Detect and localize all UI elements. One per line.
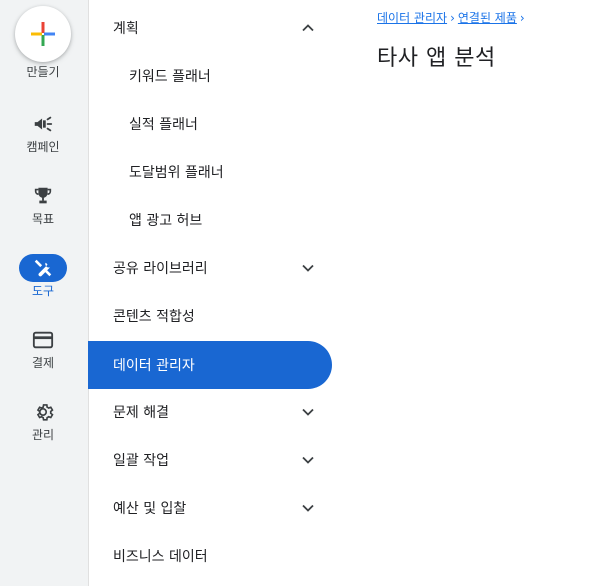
chevron-up-icon [302, 24, 314, 32]
menu-item-business-data[interactable]: 비즈니스 데이터 [88, 532, 332, 580]
menu-item-keyword-planner[interactable]: 키워드 플래너 [88, 52, 332, 100]
rail-item-label: 결제 [31, 356, 55, 370]
create-label: 만들기 [26, 65, 60, 79]
tools-menu: 계획 키워드 플래너 실적 플래너 도달범위 플래너 앱 광고 허브 공유 라이… [88, 0, 334, 586]
chevron-down-icon [302, 264, 314, 272]
menu-item-app-advertising-hub[interactable]: 앱 광고 허브 [88, 196, 332, 244]
megaphone-icon [34, 116, 53, 132]
create-button[interactable] [15, 6, 71, 62]
chevron-down-icon [302, 504, 314, 512]
tools-icon [34, 259, 52, 277]
chevron-down-icon [302, 408, 314, 416]
menu-item-data-manager[interactable]: 데이터 관리자 [88, 341, 332, 389]
menu-item-bulk-actions[interactable]: 일괄 작업 [88, 436, 332, 484]
chevron-down-icon [302, 456, 314, 464]
breadcrumb-link-linked-products[interactable]: 연결된 제품 [458, 9, 517, 26]
breadcrumb-separator: › [450, 10, 455, 25]
rail-item-billing[interactable]: 결제 [0, 326, 88, 388]
rail-item-campaigns[interactable]: 캠페인 [0, 110, 88, 172]
rail-item-tools[interactable]: 도구 [0, 254, 88, 316]
breadcrumb-separator: › [519, 10, 525, 25]
breadcrumb-link-data-manager[interactable]: 데이터 관리자 [377, 9, 447, 26]
menu-item-performance-planner[interactable]: 실적 플래너 [88, 100, 332, 148]
menu-item-shared-library[interactable]: 공유 라이브러리 [88, 244, 332, 292]
navigation-rail: 만들기 캠페인 목표 도구 결제 관리 [0, 0, 89, 586]
rail-item-admin[interactable]: 관리 [0, 398, 88, 460]
menu-item-budgets-and-bidding[interactable]: 예산 및 입찰 [88, 484, 332, 532]
menu-item-content-suitability[interactable]: 콘텐츠 적합성 [88, 292, 332, 340]
rail-item-label: 관리 [31, 428, 55, 442]
gear-icon [36, 404, 54, 421]
rail-item-label: 목표 [31, 212, 55, 226]
plus-icon [31, 22, 55, 46]
breadcrumb: 데이터 관리자 › 연결된 제품 › [377, 9, 528, 26]
menu-item-reach-planner[interactable]: 도달범위 플래너 [88, 148, 332, 196]
menu-item-planning[interactable]: 계획 [88, 4, 332, 52]
trophy-icon [34, 187, 52, 204]
rail-item-label: 도구 [31, 284, 55, 298]
menu-item-troubleshooting[interactable]: 문제 해결 [88, 388, 332, 436]
page-title: 타사 앱 분석 [377, 46, 496, 71]
rail-item-goals[interactable]: 목표 [0, 182, 88, 244]
credit-card-icon [32, 331, 54, 349]
rail-item-label: 캠페인 [26, 140, 60, 154]
